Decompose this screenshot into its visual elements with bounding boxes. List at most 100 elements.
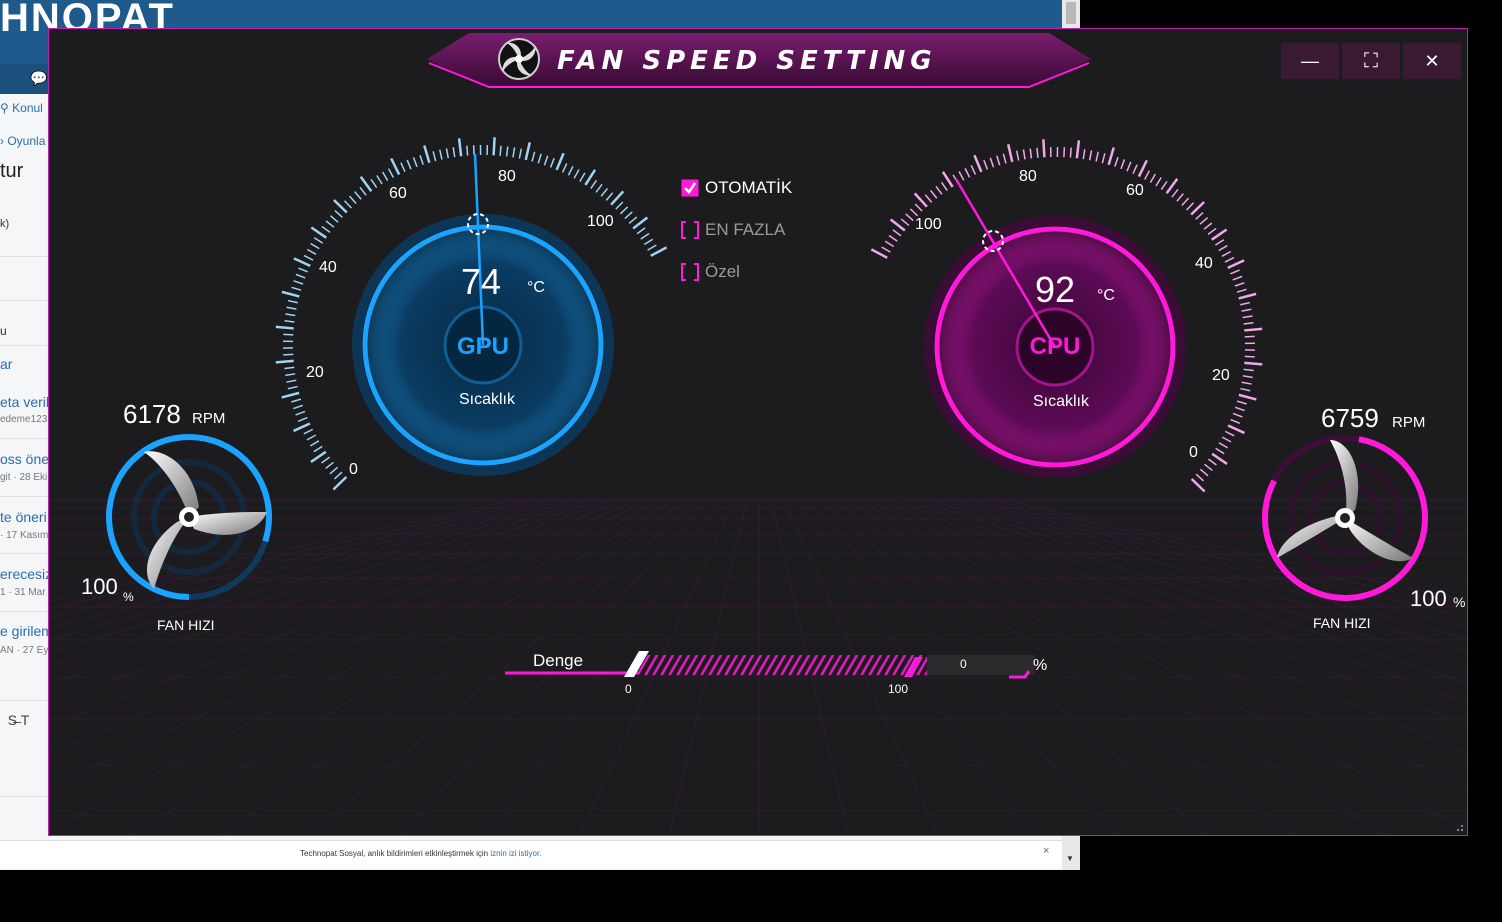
maximize-button[interactable]: ⛶ (1342, 43, 1400, 79)
checkbox-empty-icon (681, 263, 699, 281)
gauge-tick (1204, 463, 1213, 472)
gauge-tick (1227, 424, 1245, 435)
gauge-tick (650, 246, 668, 257)
gauge-tick (419, 154, 424, 165)
mode-ozel-checkbox[interactable]: Özel (681, 261, 740, 283)
gauge-tick (1088, 150, 1093, 161)
breadcrumb-link[interactable]: › Oyunla (0, 134, 50, 148)
mode-label: OTOMATİK (705, 178, 793, 197)
gauge-tick (376, 175, 383, 185)
gauge-tick (600, 187, 609, 197)
gauge-tick (400, 162, 406, 173)
balance-label: Denge (533, 651, 584, 670)
gauge-tick (1171, 188, 1179, 198)
tag-chip[interactable]: k) (0, 218, 50, 230)
gauge-tick (909, 208, 919, 217)
scrollbar-thumb[interactable] (1066, 2, 1076, 24)
thread-title[interactable]: erecesiz (0, 566, 50, 582)
gauge-tick (303, 254, 314, 261)
gpu-label: GPU (456, 333, 509, 360)
gauge-tick (1211, 228, 1228, 241)
thread-title[interactable]: te öneri (0, 509, 50, 525)
gauge-tick (1242, 375, 1253, 379)
mode-label: EN FAZLA (705, 220, 786, 239)
minimize-button[interactable]: — (1281, 43, 1339, 79)
cpu-temperature-unit: °C (1097, 287, 1115, 304)
notification-close-icon[interactable]: × (1043, 845, 1049, 857)
mode-otomatik-checkbox[interactable]: OTOMATİK (681, 177, 792, 199)
gauge-tick (297, 416, 308, 423)
thread-title[interactable]: e girilem (0, 623, 50, 639)
gauge-tick (1241, 381, 1252, 385)
balance-slider[interactable] (505, 651, 1035, 679)
gauge-tick (306, 248, 317, 255)
chat-icon[interactable]: 💬 (30, 70, 47, 87)
thread-title[interactable]: ar (0, 356, 50, 372)
thread-title[interactable]: eta veril (0, 394, 50, 410)
gauge-tick (1015, 150, 1020, 161)
gauge-tick (1238, 393, 1257, 401)
cpu-scale-label: 20 (1212, 367, 1230, 384)
gauge-tick (275, 359, 294, 364)
grid-line (49, 498, 544, 619)
gauge-tick (1218, 442, 1229, 449)
gauge-tick (1240, 301, 1251, 306)
gauge-tick (285, 313, 296, 317)
cpu-scale-label: 0 (1189, 444, 1198, 461)
notification-link[interactable]: iznin izi istiyor. (490, 849, 541, 858)
gauge-tick (1236, 400, 1247, 405)
balance-track[interactable] (639, 655, 927, 675)
grid-line (220, 498, 688, 835)
gauge-tick (286, 379, 297, 383)
gauge-tick (1244, 327, 1263, 332)
gauge-tick (1234, 406, 1245, 412)
gauge-tick (531, 151, 536, 162)
thread-meta: 1 · 31 Mar (0, 587, 46, 598)
balance-value[interactable]: 0 (960, 657, 967, 671)
gauge-tick (1126, 161, 1132, 172)
gauge-tick (439, 149, 443, 160)
gauge-tick (432, 151, 437, 162)
cpu-scale-label: 60 (1126, 182, 1144, 199)
gpu-scale-label: 20 (306, 364, 324, 381)
gpu-temperature-value: 74 (461, 261, 502, 302)
gpu-fan-rpm-unit: RPM (192, 410, 226, 427)
gauge-tick (321, 225, 331, 233)
gauge-tick (605, 192, 614, 201)
gauge-tick (1199, 217, 1209, 225)
strikethrough-icon[interactable]: S̶ T (0, 712, 50, 728)
gauge-tick (445, 148, 450, 159)
scroll-down-icon[interactable]: ▼ (1066, 854, 1074, 863)
gauge-tick (1114, 156, 1119, 167)
gauge-tick (1160, 180, 1168, 190)
cpu-temperature-value: 92 (1035, 269, 1076, 310)
gauge-tick (1181, 197, 1190, 207)
gauge-tick (381, 171, 389, 182)
thread-title[interactable]: oss öne (0, 451, 50, 467)
close-button[interactable]: ✕ (1403, 43, 1461, 79)
gauge-tick (387, 168, 394, 178)
gauge-tick (1238, 292, 1257, 300)
gauge-tick (1186, 202, 1195, 211)
gauge-tick (370, 178, 378, 188)
gpu-gauge (275, 137, 668, 491)
balance-min-label: 0 (625, 682, 632, 696)
bg-tab[interactable]: u (0, 324, 50, 338)
gauge-tick (293, 404, 304, 410)
gauge-tick (512, 147, 516, 158)
gpu-scale-label: 100 (587, 213, 614, 230)
gauge-tick (1243, 368, 1254, 372)
gpu-fan (106, 434, 272, 600)
gauge-tick (1101, 153, 1106, 164)
gauge-tick (870, 248, 888, 259)
gpu-temperature-label: Sıcaklık (458, 391, 515, 408)
gauge-tick (524, 142, 532, 161)
gauge-tick (929, 189, 938, 199)
gauge-tick (291, 398, 302, 403)
notification-bar: Technopat Sosyal, anlık bildirimleri etk… (0, 840, 1062, 869)
mode-en-fazla-checkbox[interactable]: EN FAZLA (681, 219, 785, 241)
gauge-tick (537, 153, 542, 164)
nav-link[interactable]: ⚲ Konul (0, 101, 50, 115)
balance-value-field[interactable] (927, 655, 1035, 675)
search-icon: ⚲ (0, 101, 9, 115)
